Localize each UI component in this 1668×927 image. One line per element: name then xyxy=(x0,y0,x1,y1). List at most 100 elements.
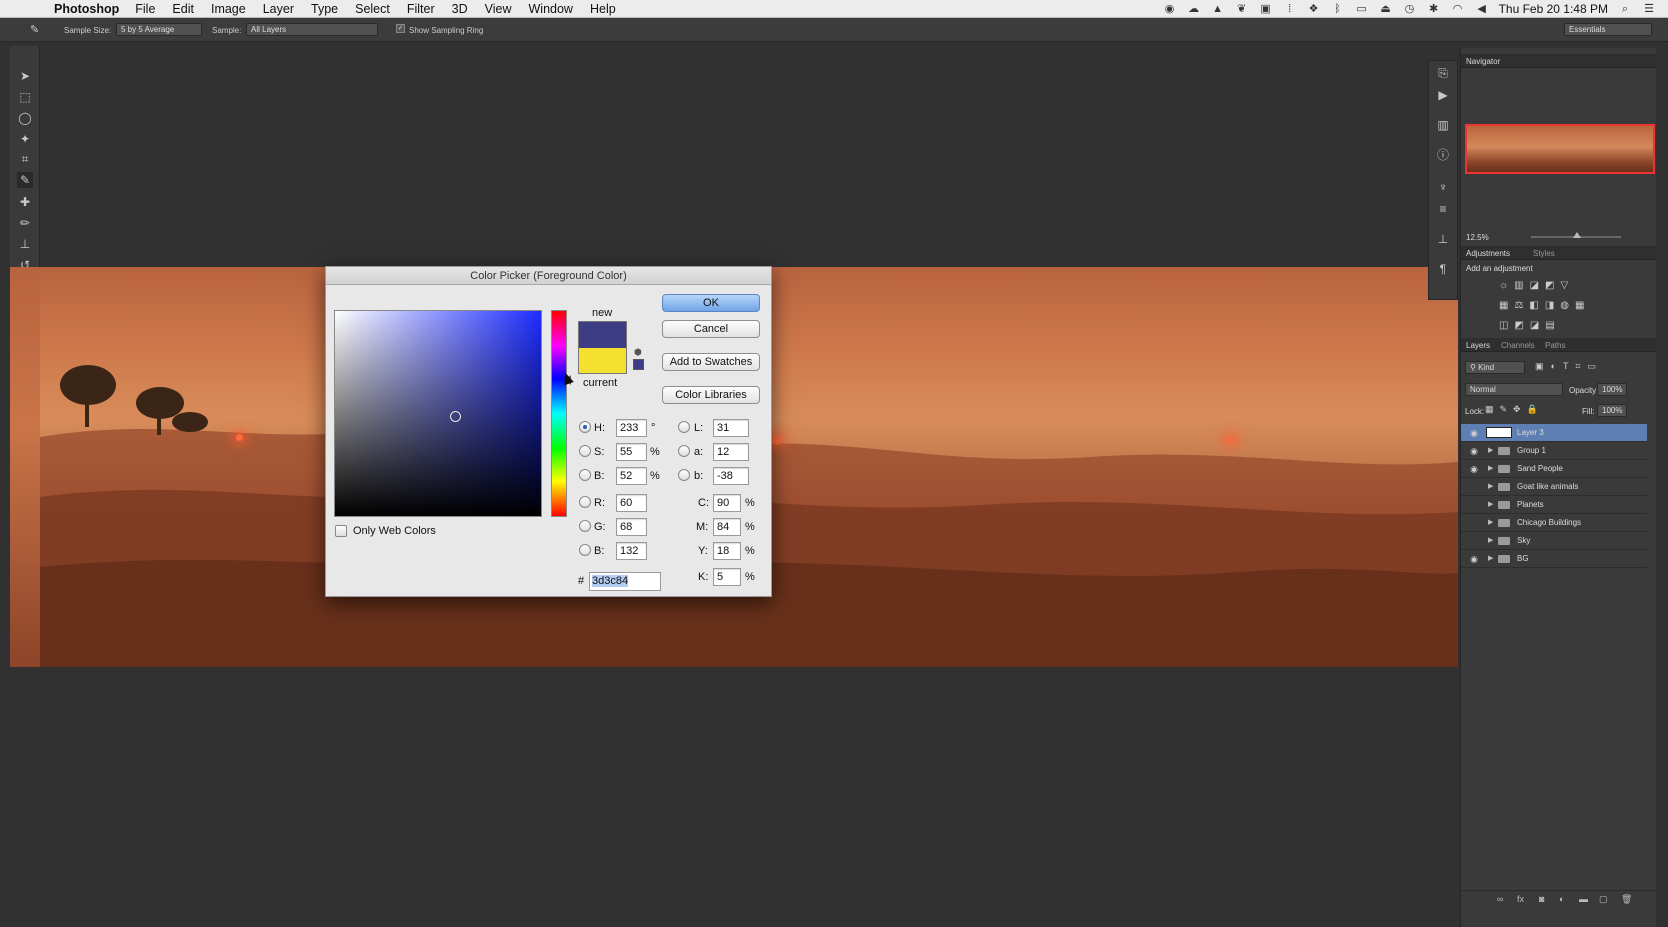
cancel-button[interactable]: Cancel xyxy=(662,320,760,338)
color-field[interactable] xyxy=(334,310,542,517)
menu-edit[interactable]: Edit xyxy=(172,2,194,16)
lab-a-field[interactable]: 12 xyxy=(713,443,749,461)
red-radio[interactable] xyxy=(579,496,591,508)
layer-row-sky[interactable]: ◉ ▶ Sky xyxy=(1461,532,1647,550)
navigator-thumbnail[interactable] xyxy=(1465,124,1655,174)
cyan-field[interactable]: 90 xyxy=(713,494,741,512)
paragraph-panel-icon[interactable]: ¶ xyxy=(1435,261,1451,277)
bluetooth2-icon[interactable]: ✱ xyxy=(1427,3,1441,15)
info-panel-icon[interactable]: ⓘ xyxy=(1435,147,1451,163)
expand-triangle-icon[interactable]: ▶ xyxy=(1488,464,1493,472)
marquee-tool-icon[interactable]: ⬚ xyxy=(17,89,33,105)
yellow-field[interactable]: 18 xyxy=(713,542,741,560)
black-field[interactable]: 5 xyxy=(713,568,741,586)
menu-filter[interactable]: Filter xyxy=(407,2,435,16)
clock[interactable]: Thu Feb 20 1:48 PM xyxy=(1499,2,1608,16)
expand-triangle-icon[interactable]: ▶ xyxy=(1488,554,1493,562)
grid-icon[interactable]: ⁞ xyxy=(1283,3,1297,15)
visibility-eye-icon[interactable]: ◉ xyxy=(1468,482,1480,492)
record-icon[interactable]: ◉ xyxy=(1163,3,1177,15)
current-color-swatch[interactable] xyxy=(578,348,627,374)
add-to-swatches-button[interactable]: Add to Swatches xyxy=(662,353,760,371)
layer-filter-icons[interactable]: ▣◐T⌗▭ xyxy=(1535,361,1603,372)
visibility-eye-icon[interactable]: ◉ xyxy=(1468,500,1480,510)
brush-presets-icon[interactable]: ≡ xyxy=(1435,201,1451,217)
move-tool-icon[interactable]: ➤ xyxy=(17,68,33,84)
expand-triangle-icon[interactable]: ▶ xyxy=(1488,500,1493,508)
expand-triangle-icon[interactable]: ▶ xyxy=(1488,536,1493,544)
magic-wand-icon[interactable]: ✦ xyxy=(17,131,33,147)
expand-triangle-icon[interactable]: ▶ xyxy=(1488,446,1493,454)
cloud-icon[interactable]: ☁ xyxy=(1187,3,1201,15)
bluetooth-icon[interactable]: ᛒ xyxy=(1331,3,1345,15)
hue-field[interactable]: 233 xyxy=(616,419,647,437)
sample-select[interactable]: All Layers xyxy=(246,23,378,36)
visibility-eye-icon[interactable]: ◉ xyxy=(1468,518,1480,528)
menu-layer[interactable]: Layer xyxy=(263,2,294,16)
eyedropper-tool-icon[interactable]: ✎ xyxy=(30,23,39,36)
box-icon[interactable]: ▣ xyxy=(1259,3,1273,15)
airplay-icon[interactable]: ▭ xyxy=(1355,3,1369,15)
show-ring-checkbox[interactable]: ✓ xyxy=(396,24,405,33)
visibility-eye-icon[interactable]: ◉ xyxy=(1468,446,1480,456)
expand-triangle-icon[interactable]: ▶ xyxy=(1488,518,1493,526)
visibility-eye-icon[interactable]: ◉ xyxy=(1468,428,1480,438)
navigator-slider-handle[interactable] xyxy=(1573,232,1581,238)
sample-size-select[interactable]: 5 by 5 Average xyxy=(116,23,202,36)
color-field-cursor[interactable] xyxy=(450,411,461,422)
styles-tab[interactable]: Styles xyxy=(1533,249,1555,258)
saturation-field[interactable]: 55 xyxy=(616,443,647,461)
lab-b-field[interactable]: -38 xyxy=(713,467,749,485)
blend-mode-select[interactable]: Normal xyxy=(1465,383,1563,396)
eyedropper-tool-icon[interactable]: ✎ xyxy=(17,172,33,188)
volume-icon[interactable]: ◀ xyxy=(1475,3,1489,15)
menu-file[interactable]: File xyxy=(135,2,155,16)
adjustments-tab[interactable]: Adjustments xyxy=(1466,249,1510,258)
expand-triangle-icon[interactable]: ▶ xyxy=(1488,482,1493,490)
layer-style-icon[interactable]: fx xyxy=(1517,894,1524,904)
lasso-tool-icon[interactable]: ◯ xyxy=(17,110,33,126)
hue-slider[interactable] xyxy=(551,310,567,517)
layer-row-group-1[interactable]: ◉ ▶ Group 1 xyxy=(1461,442,1647,460)
notification-icon[interactable]: ☰ xyxy=(1642,3,1656,15)
layer-row-chicago-buildings[interactable]: ◉ ▶ Chicago Buildings xyxy=(1461,514,1647,532)
channels-tab[interactable]: Channels xyxy=(1501,341,1535,350)
menu-3d[interactable]: 3D xyxy=(452,2,468,16)
actions-panel-icon[interactable]: ▶ xyxy=(1435,87,1451,103)
time-machine-icon[interactable]: ◷ xyxy=(1403,3,1417,15)
new-layer-icon[interactable]: ▢ xyxy=(1599,894,1608,905)
magenta-field[interactable]: 84 xyxy=(713,518,741,536)
lab-l-field[interactable]: 31 xyxy=(713,419,749,437)
brush-panel-icon[interactable]: ♆ xyxy=(1435,179,1451,195)
layer-row-bg[interactable]: ◉ ▶ BG xyxy=(1461,550,1647,568)
visibility-eye-icon[interactable]: ◉ xyxy=(1468,464,1480,474)
color-libraries-button[interactable]: Color Libraries xyxy=(662,386,760,404)
brightness-field[interactable]: 52 xyxy=(616,467,647,485)
menu-type[interactable]: Type xyxy=(311,2,338,16)
paths-tab[interactable]: Paths xyxy=(1545,341,1565,350)
layer-row-sand-people[interactable]: ◉ ▶ Sand People xyxy=(1461,460,1647,478)
gamut-warning-icon[interactable]: ⬢ xyxy=(634,347,642,358)
healing-brush-icon[interactable]: ✚ xyxy=(17,194,33,210)
web-safe-swatch[interactable] xyxy=(633,359,644,370)
stamp-tool-icon[interactable]: ⊥ xyxy=(17,236,33,252)
dropbox-icon[interactable]: ❖ xyxy=(1307,3,1321,15)
add-mask-icon[interactable]: ◙ xyxy=(1539,894,1544,904)
brightness-radio[interactable] xyxy=(579,469,591,481)
wifi-icon[interactable]: ◠ xyxy=(1451,3,1465,15)
app-menu[interactable]: Photoshop xyxy=(54,2,119,16)
adjustment-layer-icon[interactable]: ◐ xyxy=(1559,894,1564,904)
menu-view[interactable]: View xyxy=(485,2,512,16)
layer-row-planets[interactable]: ◉ ▶ Planets xyxy=(1461,496,1647,514)
history-panel-icon[interactable]: ⎘ xyxy=(1435,65,1451,81)
menu-window[interactable]: Window xyxy=(529,2,573,16)
adjustment-icons[interactable]: ☼▥◪◩▽ ▦⚖◧◨◍▦ ◫◩◪▤ xyxy=(1499,276,1609,336)
green-field[interactable]: 68 xyxy=(616,518,647,536)
fill-field[interactable]: 100% xyxy=(1597,404,1627,417)
layer-row-goat-like-animals[interactable]: ◉ ▶ Goat like animals xyxy=(1461,478,1647,496)
lock-icons[interactable]: ▦✎✥🔒 xyxy=(1485,404,1544,415)
clone-source-icon[interactable]: ⊥ xyxy=(1435,231,1451,247)
lab-b-radio[interactable] xyxy=(678,469,690,481)
crop-tool-icon[interactable]: ⌗ xyxy=(17,151,33,167)
opacity-field[interactable]: 100% xyxy=(1597,383,1627,396)
